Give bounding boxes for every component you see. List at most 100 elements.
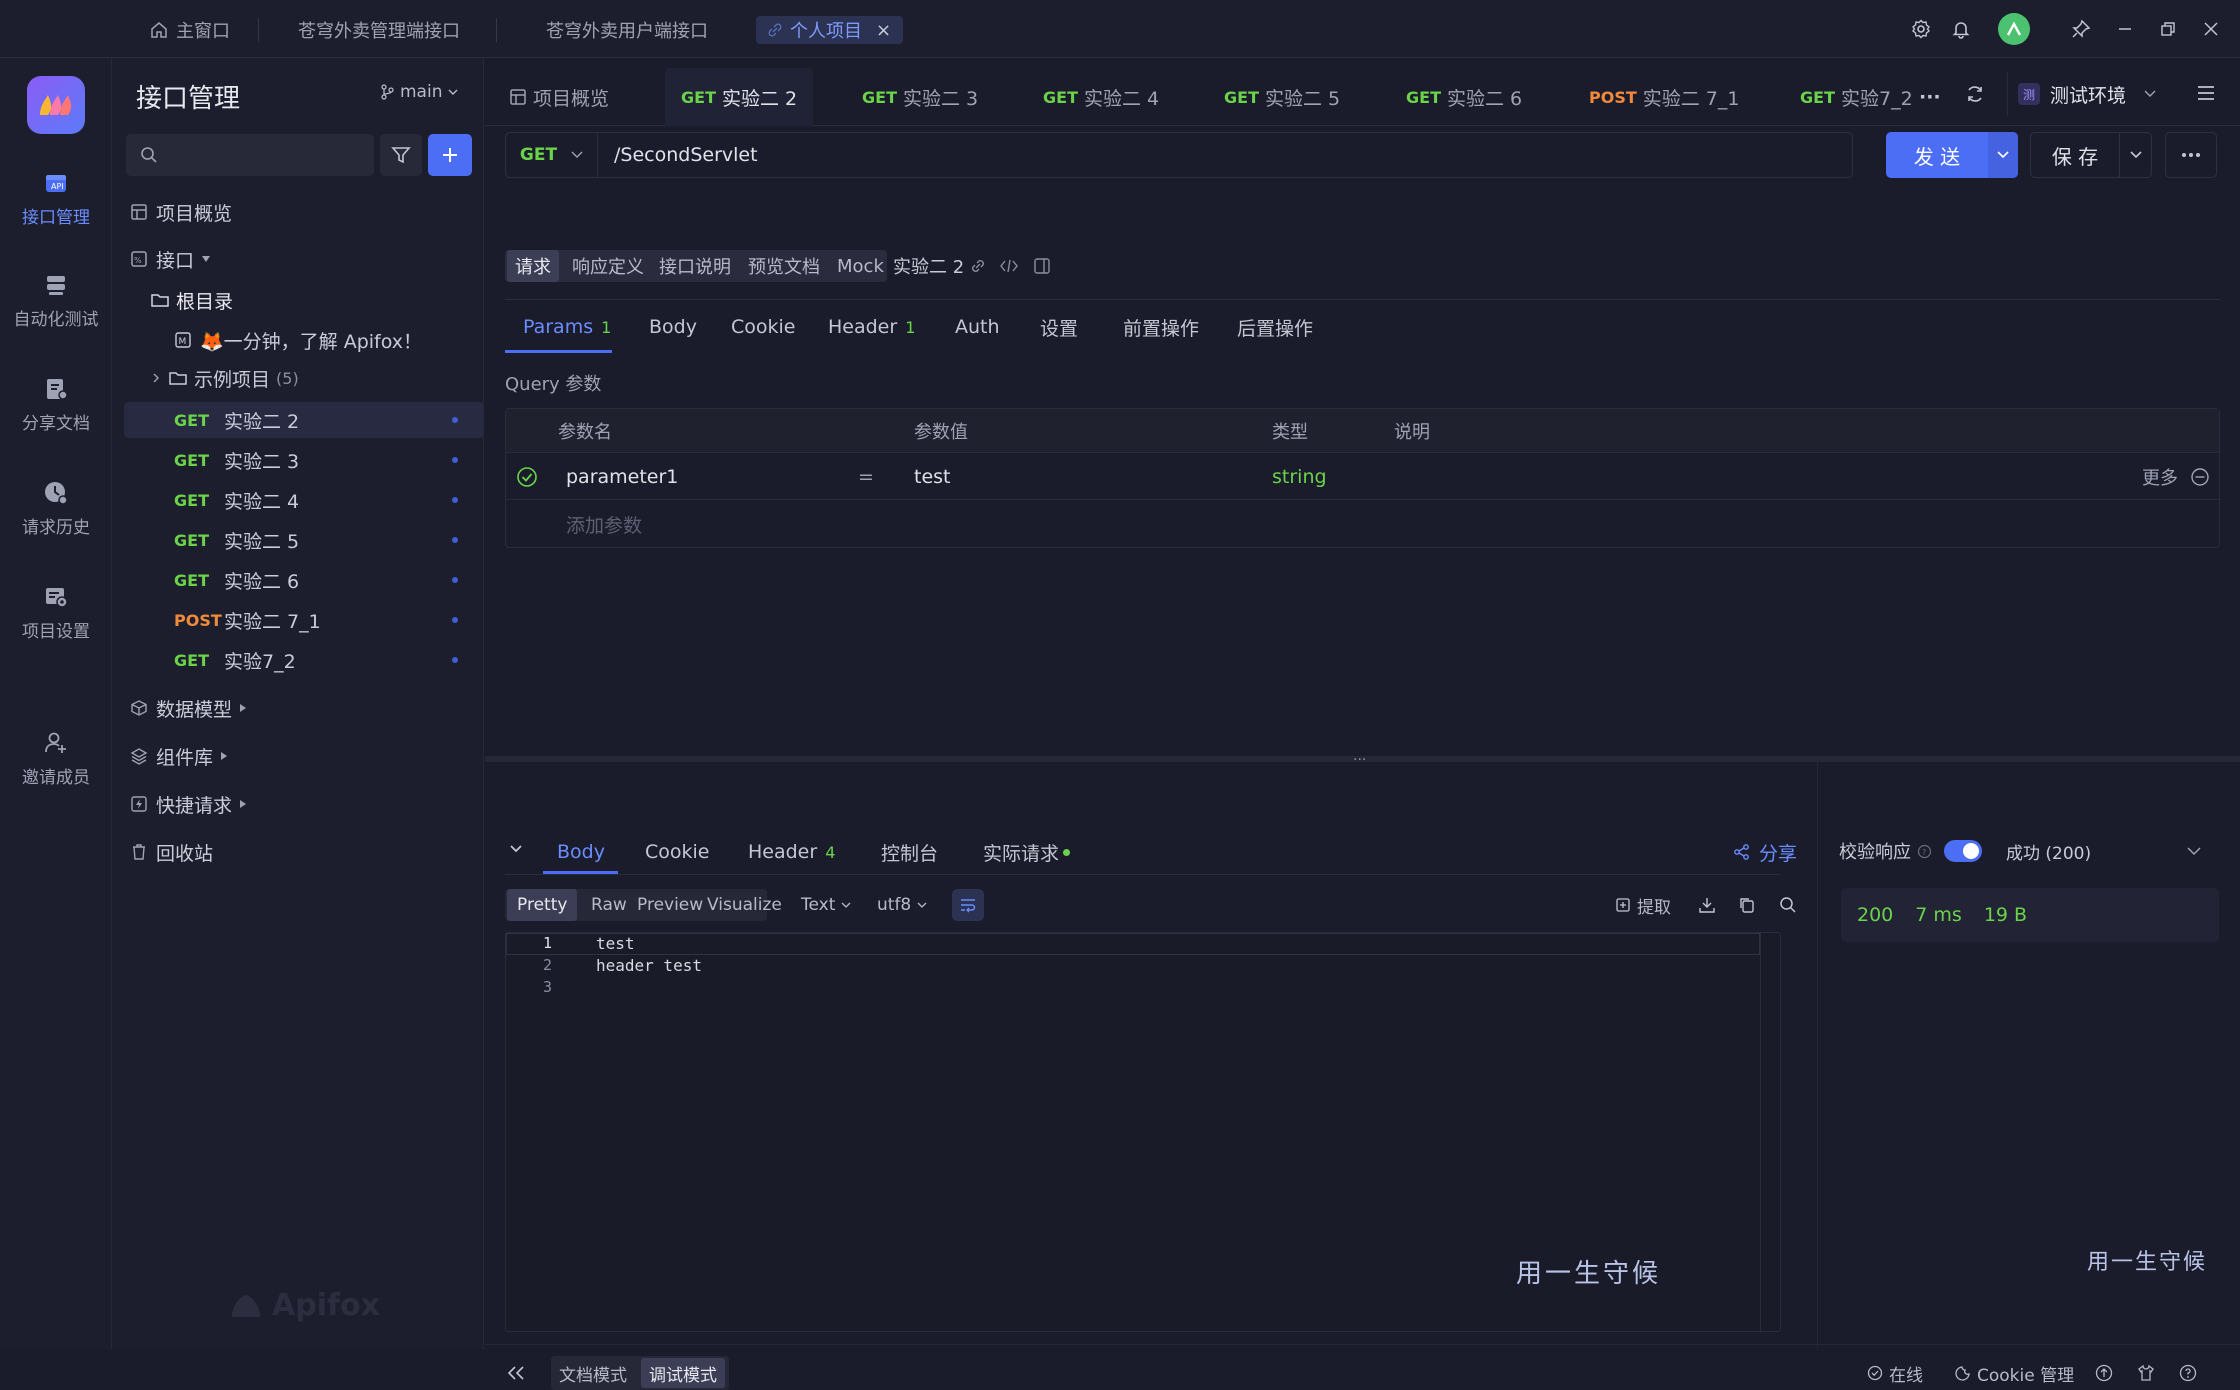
endpoint-item[interactable]: GET 实验二 3: [112, 442, 484, 478]
chevron-down-icon[interactable]: [2187, 847, 2201, 856]
filter-button[interactable]: [380, 134, 422, 176]
param-type[interactable]: string: [1272, 454, 1327, 500]
rail-item-share-doc[interactable]: 分享文档: [0, 376, 112, 434]
download-icon[interactable]: [1698, 896, 1716, 914]
tab-body[interactable]: Body: [649, 304, 697, 350]
add-param-input[interactable]: 添加参数: [566, 501, 642, 547]
more-options-button[interactable]: [2165, 132, 2217, 178]
request-tab[interactable]: POST 实验二 7_1: [1589, 68, 1739, 126]
validate-toggle[interactable]: [1944, 840, 1982, 862]
bell-icon[interactable]: [1948, 16, 1974, 42]
share-button[interactable]: 分享: [1733, 832, 1797, 872]
view-pretty[interactable]: Pretty: [507, 889, 578, 921]
help-icon[interactable]: ?: [1917, 844, 1932, 859]
minimize-icon[interactable]: [2112, 16, 2138, 42]
tab-settings[interactable]: 设置: [1040, 304, 1078, 350]
param-name[interactable]: parameter1: [566, 454, 678, 500]
url-input[interactable]: /SecondServlet: [598, 144, 758, 166]
tab-project-overview[interactable]: 项目概览: [509, 68, 609, 126]
window-tab-admin-api[interactable]: 苍穹外卖管理端接口: [298, 16, 460, 44]
drag-handle-icon[interactable]: ···: [1353, 752, 1366, 768]
online-status[interactable]: 在线: [1867, 1356, 1923, 1390]
view-visualize[interactable]: Visualize: [697, 889, 792, 921]
request-tab[interactable]: GET 实验二 4: [1043, 68, 1159, 126]
endpoint-item[interactable]: GET 实验二 5: [112, 522, 484, 558]
response-tab-header[interactable]: Header 4: [748, 832, 835, 872]
tree-item-intro-doc[interactable]: M 🦊一分钟，了解 Apifox！: [112, 322, 484, 358]
code-editor[interactable]: 1 test 2 header test 3 用一生守候: [505, 932, 1781, 1333]
tree-item-components[interactable]: 组件库: [112, 738, 484, 774]
request-tab[interactable]: GET 实验7_2: [1800, 68, 1913, 126]
more-tabs-button[interactable]: ···: [1919, 68, 1941, 126]
endpoint-item[interactable]: GET 实验二 4: [112, 482, 484, 518]
help-icon[interactable]: [2179, 1364, 2197, 1382]
refresh-icon[interactable]: [1965, 84, 1985, 104]
branch-selector[interactable]: main: [380, 82, 458, 102]
tree-item-quick-request[interactable]: 快捷请求: [112, 786, 484, 822]
save-button[interactable]: 保 存: [2030, 132, 2152, 178]
rail-item-automation[interactable]: 自动化测试: [0, 272, 112, 330]
upload-icon[interactable]: [2095, 1364, 2113, 1382]
collapse-icon[interactable]: [509, 844, 523, 854]
close-window-icon[interactable]: [2198, 16, 2224, 42]
window-tab-user-api[interactable]: 苍穹外卖用户端接口: [546, 16, 708, 44]
tab-header[interactable]: Header 1: [828, 304, 915, 350]
tab-pre-processors[interactable]: 前置操作: [1123, 304, 1199, 350]
doc-mode-button[interactable]: 文档模式: [559, 1356, 627, 1390]
request-tab[interactable]: GET 实验二 6: [1406, 68, 1522, 126]
collapse-sidebar-icon[interactable]: [507, 1365, 525, 1381]
response-tab-console[interactable]: 控制台: [881, 832, 938, 872]
subtab-request[interactable]: 请求: [507, 250, 559, 282]
extract-button[interactable]: 提取: [1605, 889, 1681, 921]
subtab-interface-doc[interactable]: 接口说明: [651, 250, 739, 282]
avatar[interactable]: [1998, 13, 2030, 45]
restore-icon[interactable]: [2155, 16, 2181, 42]
search-box[interactable]: [126, 134, 374, 176]
validate-result[interactable]: 成功 (200): [2006, 839, 2091, 864]
close-icon[interactable]: ×: [876, 20, 891, 41]
shirt-icon[interactable]: [2137, 1364, 2155, 1382]
search-icon[interactable]: [1779, 896, 1797, 914]
cookie-manager-button[interactable]: Cookie 管理: [1955, 1356, 2074, 1390]
request-tab-active[interactable]: GET 实验二 2: [665, 68, 814, 126]
environment-selector[interactable]: 测 测试环境: [2007, 72, 2167, 116]
remove-icon[interactable]: [2190, 467, 2210, 487]
rail-item-history[interactable]: 请求历史: [0, 480, 112, 538]
method-select[interactable]: GET: [506, 133, 598, 177]
response-tab-body[interactable]: Body: [557, 832, 605, 872]
tree-item-interfaces[interactable]: % 接口: [112, 241, 484, 277]
subtab-mock[interactable]: Mock: [829, 250, 892, 282]
panel-toggle-icon[interactable]: [1033, 257, 1051, 275]
send-button[interactable]: 发 送: [1886, 132, 2018, 178]
tab-post-processors[interactable]: 后置操作: [1237, 304, 1313, 350]
rail-item-invite[interactable]: 邀请成员: [0, 730, 112, 788]
wrap-toggle[interactable]: [952, 889, 984, 921]
tree-item-data-model[interactable]: 数据模型: [112, 690, 484, 726]
tree-item-overview[interactable]: 项目概览: [112, 194, 484, 230]
subtab-response-def[interactable]: 响应定义: [564, 250, 652, 282]
request-tab[interactable]: GET 实验二 3: [862, 68, 978, 126]
link-icon[interactable]: [969, 257, 987, 275]
tree-item-root[interactable]: 根目录: [112, 282, 484, 318]
check-circle-icon[interactable]: [516, 466, 538, 488]
tab-cookie[interactable]: Cookie: [731, 304, 796, 350]
copy-icon[interactable]: [1738, 896, 1756, 914]
param-value[interactable]: test: [914, 454, 951, 500]
add-button[interactable]: [428, 134, 472, 176]
endpoint-item[interactable]: GET 实验7_2: [112, 642, 484, 678]
response-tab-cookie[interactable]: Cookie: [645, 832, 710, 872]
debug-mode-button[interactable]: 调试模式: [641, 1358, 725, 1388]
chevron-down-icon[interactable]: [1988, 132, 2018, 178]
tree-item-recycle[interactable]: 回收站: [112, 834, 484, 870]
menu-icon[interactable]: [2195, 82, 2217, 104]
code-icon[interactable]: [999, 257, 1019, 275]
endpoint-item[interactable]: GET 实验二 6: [112, 562, 484, 598]
search-input[interactable]: [166, 145, 356, 165]
pin-icon[interactable]: [2068, 16, 2094, 42]
subtab-preview-doc[interactable]: 预览文档: [740, 250, 828, 282]
chevron-down-icon[interactable]: [2119, 133, 2151, 177]
tree-item-example[interactable]: 示例项目 (5): [112, 360, 484, 396]
window-tab-main[interactable]: 主窗口: [150, 16, 230, 44]
settings-icon[interactable]: [1908, 16, 1934, 42]
encoding-select[interactable]: utf8: [867, 889, 937, 921]
